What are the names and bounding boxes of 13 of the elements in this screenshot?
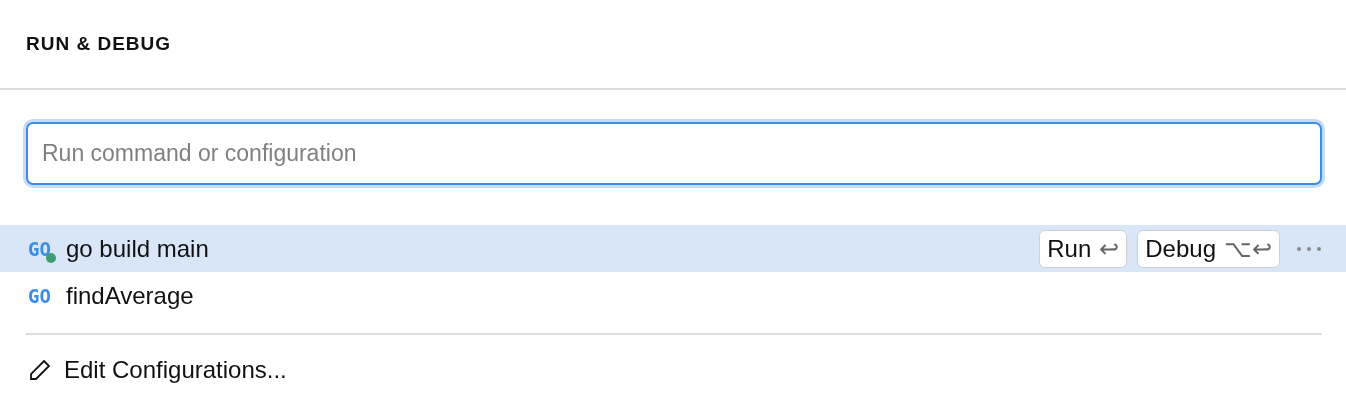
edit-configurations-item[interactable]: Edit Configurations... — [0, 335, 1346, 405]
configuration-name: go build main — [66, 234, 210, 263]
configuration-name: findAverage — [66, 281, 195, 310]
more-icon[interactable] — [1296, 245, 1322, 252]
configuration-item[interactable]: GO findAverage — [0, 272, 1346, 319]
go-logo: GO — [28, 284, 52, 307]
search-field[interactable]: Run command or configuration — [26, 122, 1322, 185]
pencil-icon — [28, 358, 52, 382]
go-logo: GO — [28, 237, 58, 260]
panel-title: RUN & DEBUG — [26, 33, 172, 55]
action-button[interactable]: Run ↩ — [1039, 229, 1128, 268]
action-button[interactable]: Debug ⌥↩ — [1137, 229, 1280, 268]
configuration-item[interactable]: GO go build main Run ↩ Debug ⌥↩ — [0, 225, 1346, 272]
